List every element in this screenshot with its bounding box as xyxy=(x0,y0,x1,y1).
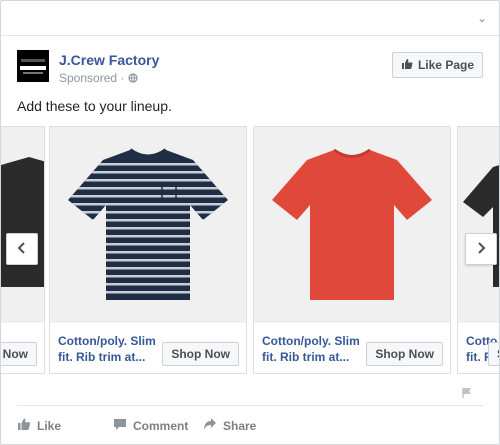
comment-icon xyxy=(113,417,127,434)
post-action-bar: Like Comment Share xyxy=(17,405,483,444)
share-label: Share xyxy=(223,418,257,433)
shop-now-button[interactable]: Now xyxy=(1,342,37,366)
product-title-link[interactable]: Cotton/poly. Slim fit. Rib trim at... xyxy=(262,333,366,365)
comment-label: Comment xyxy=(133,418,189,433)
chevron-down-icon[interactable]: ⌄ xyxy=(475,11,489,25)
sponsored-post-card: ⌄ J.Crew Factory Sponsored · Like Page A… xyxy=(0,0,500,445)
logo-mark-middle xyxy=(20,66,46,70)
thumbs-up-icon xyxy=(401,58,413,73)
page-name-link[interactable]: J.Crew Factory xyxy=(59,52,159,68)
product-image[interactable] xyxy=(254,127,450,323)
flag-icon[interactable] xyxy=(461,386,473,398)
share-action[interactable]: Share xyxy=(203,417,256,434)
like-label: Like xyxy=(37,418,62,433)
carousel-item[interactable]: Cotton/poly. Slim fit. Rib trim at... Sh… xyxy=(49,126,247,374)
product-carousel[interactable]: Now Cotton/poly. Slim fit. Rib trim at..… xyxy=(1,126,499,376)
post-meta: Sponsored · xyxy=(59,71,138,85)
post-top-strip: ⌄ xyxy=(1,1,499,36)
carousel-item[interactable]: Cotton/poly. Slim fit. Rib trim at... Sh… xyxy=(253,126,451,374)
product-title-link[interactable]: Cotton/poly. Slim fit. Rib trim at... xyxy=(58,333,162,365)
product-image[interactable] xyxy=(458,127,499,323)
chevron-left-icon xyxy=(17,241,27,257)
logo-mark-top xyxy=(21,59,45,62)
post-caption: Add these to your lineup. xyxy=(17,98,172,114)
share-icon xyxy=(203,417,217,434)
meta-separator: · xyxy=(120,71,125,85)
shop-now-button[interactable]: Sh xyxy=(488,342,499,366)
shop-now-button[interactable]: Shop Now xyxy=(162,342,239,366)
page-logo[interactable] xyxy=(17,50,49,82)
comment-action[interactable]: Comment xyxy=(113,417,188,434)
thumbs-up-icon xyxy=(17,417,31,434)
like-action[interactable]: Like xyxy=(17,417,61,434)
globe-icon xyxy=(128,71,138,85)
product-image[interactable] xyxy=(1,127,44,323)
like-page-label: Like Page xyxy=(417,58,474,72)
carousel-prev-button[interactable] xyxy=(6,233,38,265)
like-page-button[interactable]: Like Page xyxy=(391,52,483,78)
shop-now-button[interactable]: Shop Now xyxy=(366,342,443,366)
sponsored-label[interactable]: Sponsored xyxy=(59,71,117,85)
carousel-next-button[interactable] xyxy=(465,233,497,265)
product-image[interactable] xyxy=(50,127,246,323)
chevron-right-icon xyxy=(476,241,486,257)
logo-mark-bottom xyxy=(23,72,43,74)
